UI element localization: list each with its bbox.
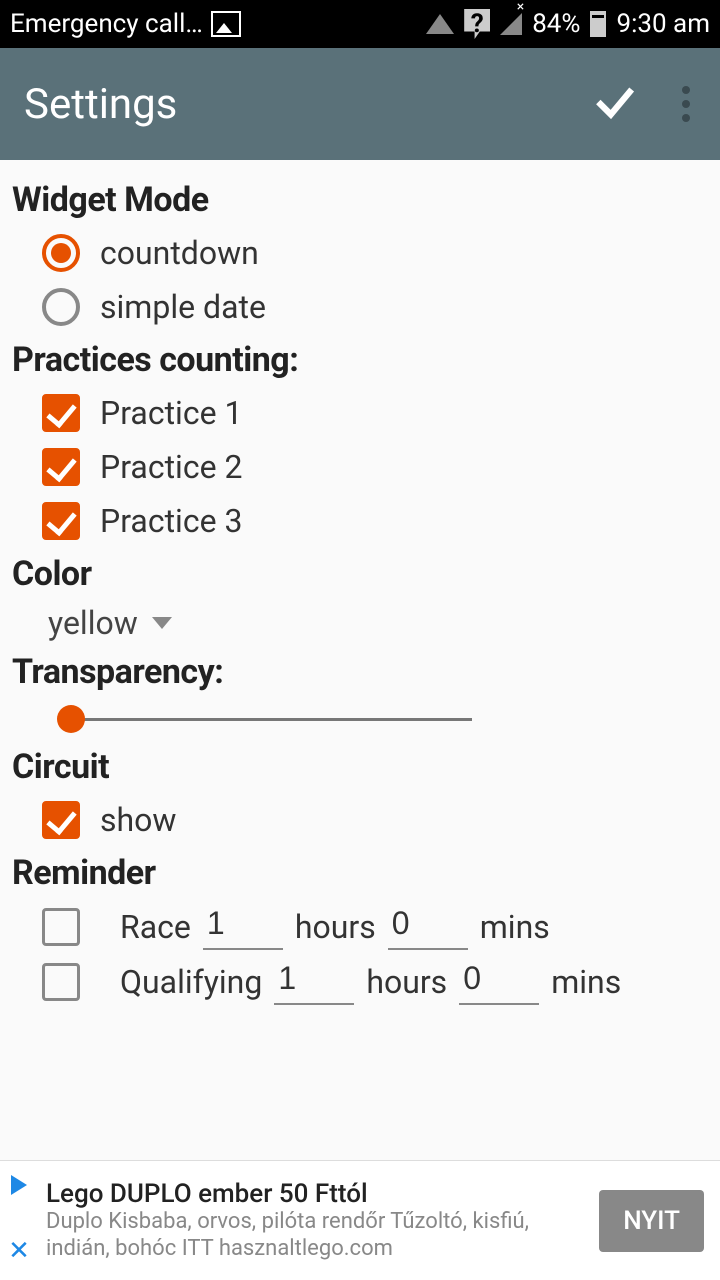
slider-thumb[interactable]: [57, 705, 85, 733]
mins-unit: mins: [480, 908, 550, 946]
color-dropdown[interactable]: yellow: [12, 600, 708, 646]
checkbox-icon: [42, 801, 80, 839]
radio-countdown[interactable]: countdown: [12, 226, 708, 280]
ad-open-button[interactable]: NYIT: [599, 1190, 704, 1252]
radio-icon: [42, 234, 80, 272]
reminder-qualifying-row: Qualifying hours mins: [12, 954, 708, 1009]
chevron-down-icon: [152, 617, 172, 629]
checkbox-practice-2[interactable]: Practice 2: [12, 440, 708, 494]
ad-banner[interactable]: ✕ Lego DUPLO ember 50 Fttól Duplo Kisbab…: [0, 1160, 720, 1280]
dropdown-value: yellow: [48, 604, 138, 642]
ad-choices[interactable]: ✕: [0, 1161, 38, 1280]
checkbox-label: show: [100, 801, 176, 839]
reminder-title: Reminder: [12, 853, 708, 893]
checkbox-label: Practice 1: [100, 394, 242, 432]
overflow-menu-button[interactable]: [676, 80, 696, 128]
ad-title: Lego DUPLO ember 50 Fttól: [46, 1179, 591, 1209]
hours-unit: hours: [366, 963, 447, 1001]
radio-icon: [42, 288, 80, 326]
picture-icon: [211, 11, 241, 37]
wifi-icon: [426, 14, 454, 34]
color-title: Color: [12, 554, 708, 594]
checkbox-race[interactable]: [42, 908, 80, 946]
circuit-title: Circuit: [12, 747, 708, 787]
transparency-slider[interactable]: [12, 698, 708, 741]
widget-mode-title: Widget Mode: [12, 180, 708, 220]
status-time: 9:30 am: [616, 9, 710, 39]
checkbox-label: Practice 3: [100, 502, 242, 540]
checkbox-icon: [42, 502, 80, 540]
checkbox-circuit-show[interactable]: show: [12, 793, 708, 847]
status-emergency-text: Emergency call…: [10, 9, 203, 39]
checkbox-label: Practice 2: [100, 448, 242, 486]
confirm-button[interactable]: [590, 77, 640, 131]
race-mins-input[interactable]: [388, 903, 468, 950]
checkbox-icon: [42, 448, 80, 486]
adchoices-icon: [11, 1175, 27, 1195]
hours-unit: hours: [295, 908, 376, 946]
slider-track: [62, 718, 472, 721]
ad-text: Lego DUPLO ember 50 Fttól Duplo Kisbaba,…: [38, 1173, 599, 1268]
close-ad-icon[interactable]: ✕: [8, 1236, 30, 1266]
reminder-label: Race: [120, 908, 191, 946]
battery-icon: [590, 11, 606, 37]
signal-icon: ×: [500, 13, 522, 35]
reminder-label: Qualifying: [120, 963, 262, 1001]
status-bar: Emergency call… ? × 84% 9:30 am: [0, 0, 720, 48]
checkbox-practice-3[interactable]: Practice 3: [12, 494, 708, 548]
settings-content: Widget Mode countdown simple date Practi…: [0, 160, 720, 1009]
qualifying-mins-input[interactable]: [459, 958, 539, 1005]
checkbox-qualifying[interactable]: [42, 963, 80, 1001]
reminder-race-row: Race hours mins: [12, 899, 708, 954]
app-bar: Settings: [0, 48, 720, 160]
transparency-title: Transparency:: [12, 652, 708, 692]
mins-unit: mins: [551, 963, 621, 1001]
radio-simple-date[interactable]: simple date: [12, 280, 708, 334]
radio-label: countdown: [100, 234, 259, 272]
checkbox-practice-1[interactable]: Practice 1: [12, 386, 708, 440]
practices-title: Practices counting:: [12, 340, 708, 380]
sim-help-icon: ?: [464, 9, 490, 39]
radio-label: simple date: [100, 288, 266, 326]
page-title: Settings: [24, 80, 177, 129]
checkbox-icon: [42, 394, 80, 432]
battery-percent: 84%: [532, 9, 580, 39]
race-hours-input[interactable]: [203, 903, 283, 950]
ad-description: Duplo Kisbaba, orvos, pilóta rendőr Tűzo…: [46, 1209, 591, 1262]
qualifying-hours-input[interactable]: [274, 958, 354, 1005]
